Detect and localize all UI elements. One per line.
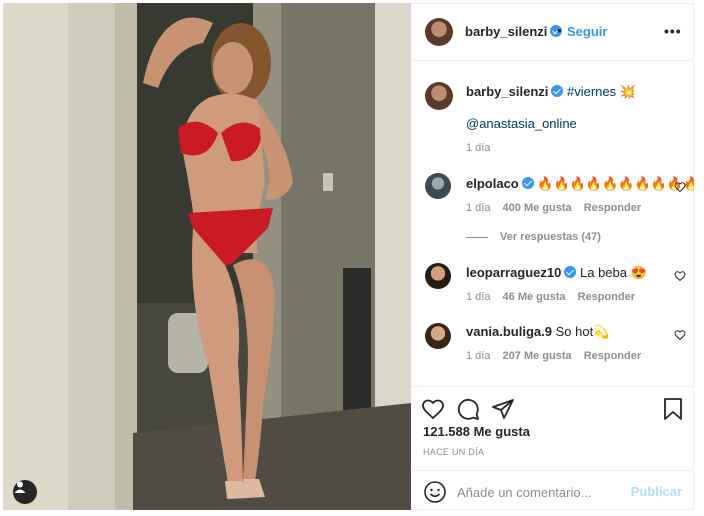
comment-avatar[interactable] (425, 323, 451, 349)
comment-text: 🔥🔥🔥🔥🔥🔥🔥🔥🔥🔥 (537, 176, 694, 191)
heart-icon[interactable] (421, 397, 445, 421)
comment-age[interactable]: 1 día (466, 350, 490, 362)
tagged-users-button[interactable] (13, 480, 37, 504)
comment-row: leoparraguez10 La beba 😍 (466, 265, 647, 281)
comment-likes[interactable]: 207 Me gusta (503, 350, 572, 362)
comment-likes[interactable]: 46 Me gusta (503, 291, 566, 303)
comment-author[interactable]: leoparraguez10 (466, 265, 561, 280)
verified-icon (521, 177, 534, 189)
reply-button[interactable]: Responder (578, 291, 635, 303)
publish-button[interactable]: Publicar (631, 484, 682, 499)
post-actions: 121.588 Me gusta HACE UN DÍA Publicar (411, 386, 694, 511)
likes-count[interactable]: 121.588 Me gusta (423, 424, 530, 439)
instagram-post-view: barby_silenzi • Seguir ••• barby_silenzi… (0, 0, 704, 516)
comment-author[interactable]: elpolaco (466, 176, 519, 191)
comment-row: elpolaco 🔥🔥🔥🔥🔥🔥🔥🔥🔥🔥 (466, 176, 694, 192)
bookmark-icon[interactable] (661, 397, 685, 421)
caption: barby_silenzi #viernes 💥 (466, 84, 636, 100)
comment-input[interactable] (457, 483, 627, 501)
user-tag-icon (14, 481, 26, 493)
comments-list: barby_silenzi #viernes 💥 @anastasia_onli… (411, 61, 694, 386)
comment-like-heart-icon[interactable] (674, 329, 686, 341)
post-image (3, 3, 411, 510)
verified-icon (564, 266, 577, 278)
comment-meta: 1 día 207 Me gusta Responder (466, 350, 641, 362)
follow-button[interactable]: Seguir (567, 24, 607, 39)
comment-like-heart-icon[interactable] (674, 181, 686, 193)
comment-text: La beba 😍 (580, 265, 647, 280)
caption-mention[interactable]: @anastasia_online (466, 116, 577, 131)
comment-row: vania.buliga.9 So hot💫 (466, 324, 609, 340)
caption-text[interactable]: #viernes 💥 (567, 84, 636, 99)
replies-divider (466, 237, 488, 238)
separator-dot: • (557, 23, 562, 38)
share-icon[interactable] (491, 397, 515, 421)
post-header: barby_silenzi • Seguir ••• (411, 4, 694, 61)
post-timestamp[interactable]: HACE UN DÍA (423, 447, 484, 457)
comment-likes[interactable]: 400 Me gusta (503, 202, 572, 214)
comment-text: So hot💫 (555, 324, 610, 339)
comment-like-heart-icon[interactable] (674, 270, 686, 282)
comment-avatar[interactable] (425, 173, 451, 199)
caption-author[interactable]: barby_silenzi (466, 84, 548, 99)
reply-button[interactable]: Responder (584, 350, 641, 362)
comment-meta: 1 día 46 Me gusta Responder (466, 291, 635, 303)
reply-button[interactable]: Responder (584, 202, 641, 214)
comment-meta: 1 día 400 Me gusta Responder (466, 202, 641, 214)
post-sidebar: barby_silenzi • Seguir ••• barby_silenzi… (411, 3, 694, 510)
avatar[interactable] (425, 18, 453, 46)
post-author-name[interactable]: barby_silenzi (465, 24, 547, 39)
comment-author[interactable]: vania.buliga.9 (466, 324, 552, 339)
comment-age[interactable]: 1 día (466, 291, 490, 303)
post-author[interactable]: barby_silenzi (465, 24, 563, 39)
more-icon[interactable]: ••• (664, 23, 682, 39)
post-photo[interactable] (3, 3, 411, 510)
comment-avatar[interactable] (425, 263, 451, 289)
emoji-icon[interactable] (423, 480, 447, 504)
caption-avatar[interactable] (425, 82, 453, 110)
view-replies-button[interactable]: Ver respuestas (47) (500, 231, 601, 243)
verified-icon (551, 85, 564, 97)
comment-age[interactable]: 1 día (466, 202, 490, 214)
add-comment-bar: Publicar (411, 470, 694, 512)
caption-age[interactable]: 1 día (466, 142, 490, 154)
comment-icon[interactable] (456, 397, 480, 421)
